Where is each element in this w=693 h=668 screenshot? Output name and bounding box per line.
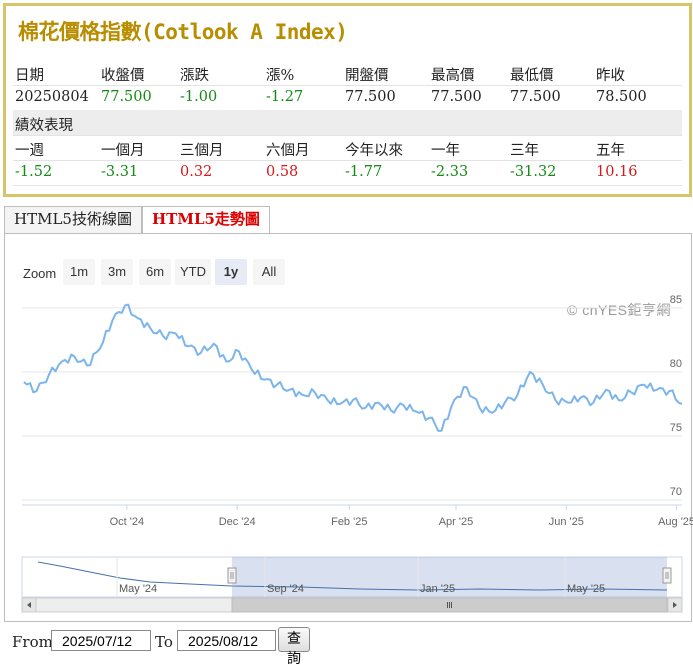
from-date-input[interactable]	[51, 630, 151, 651]
to-label: To	[155, 633, 173, 651]
x-tick-label: Jun '25	[549, 516, 584, 528]
navigator-x-label: Jan '25	[420, 583, 455, 595]
y-tick-label: 85	[670, 294, 682, 306]
query-button[interactable]: 查詢	[278, 627, 310, 667]
navigator-left-handle[interactable]	[227, 567, 237, 584]
navigator-x-label: May '24	[119, 583, 157, 595]
y-tick-label: 80	[670, 358, 682, 370]
y-tick-label: 70	[670, 486, 682, 498]
navigator-right-handle[interactable]	[662, 567, 672, 584]
from-label: From	[12, 633, 53, 651]
navigator-x-label: May '25	[567, 583, 605, 595]
navigator-x-label: Sep '24	[267, 583, 304, 595]
x-tick-label: Apr '25	[439, 516, 474, 528]
x-tick-label: Oct '24	[110, 516, 145, 528]
handle-body	[227, 567, 237, 584]
price-chart: 70 75 80 85 Oct '24 Dec '24 Feb '25 Apr '25 Jun …	[21, 294, 693, 613]
x-tick-label: Dec '24	[219, 516, 256, 528]
price-series-line	[23, 303, 683, 432]
to-date-input[interactable]	[177, 630, 276, 651]
x-tick-label: Aug '25	[658, 516, 693, 528]
y-tick-label: 75	[670, 422, 682, 434]
x-tick-label: Feb '25	[331, 516, 367, 528]
handle-body	[662, 567, 672, 584]
